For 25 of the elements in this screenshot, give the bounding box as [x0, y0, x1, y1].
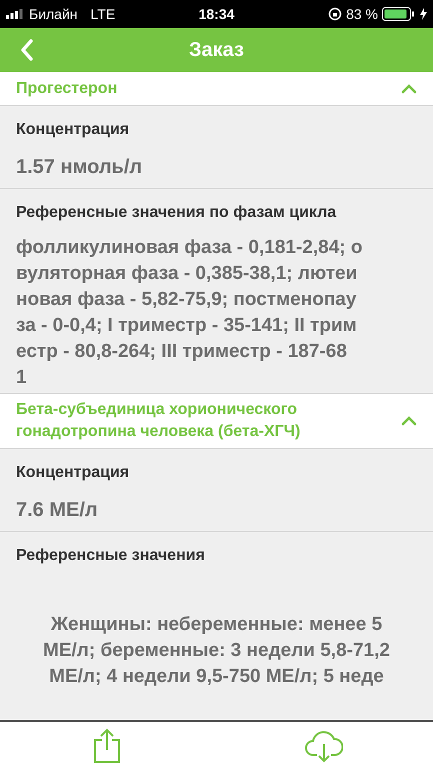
field-value: 1.57 нмоль/л	[15, 155, 144, 180]
share-icon	[92, 728, 122, 764]
network-type: LTE	[90, 4, 116, 24]
clock: 18:34	[198, 4, 234, 24]
charging-icon	[420, 8, 427, 20]
field-label: Концентрация	[15, 463, 130, 483]
carrier-name: Билайн	[29, 4, 78, 24]
section-header[interactable]: Прогестерон	[0, 72, 433, 106]
field-label: Концентрация	[15, 120, 130, 140]
section-header[interactable]: Бета-субъединица хорионического гонадотропина человека (бета-ХГЧ)	[0, 394, 433, 449]
header-title: Заказ	[189, 38, 244, 63]
field-label: Референсные значения по фазам цикла	[15, 203, 338, 223]
field-label: Референсные значения	[15, 546, 206, 566]
battery-percent: 83 %	[346, 4, 378, 24]
field-value: 7.6 МЕ/л	[15, 498, 99, 523]
section-title: Прогестерон	[16, 78, 118, 98]
reference-text: фолликулиновая фаза - 0,181-2,84; о вуляторная фаза - 0,385-38,1; лютеи новая фаза - 5,82-75,9; постменопау за - 0-0,4; I триместр - 35-141; II трим естр - 80,8-264; III триместр - 187-68 1	[15, 236, 364, 390]
cloud-download-icon	[304, 729, 343, 763]
battery-icon	[382, 7, 416, 21]
rotation-lock-icon	[328, 7, 342, 21]
section-title: Бета-субъединица хорионического гонадотропина человека (бета-ХГЧ)	[16, 400, 300, 442]
chevron-up-icon[interactable]	[401, 416, 417, 426]
signal-icon	[6, 9, 24, 19]
reference-text: Женщины: небеременные: менее 5 МЕ/л; беременные: 3 недели 5,8-71,2 МЕ/л; 4 недели 9,5-750 МЕ/л; 5 неде	[42, 613, 391, 689]
chevron-up-icon[interactable]	[401, 84, 417, 94]
